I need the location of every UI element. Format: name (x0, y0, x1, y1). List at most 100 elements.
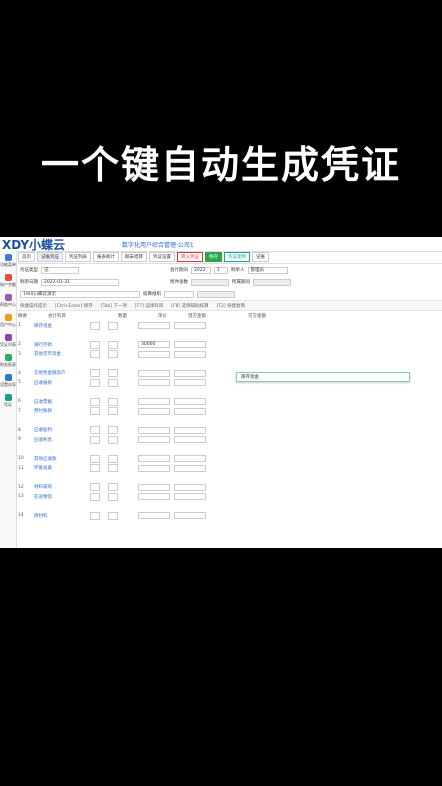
table-row[interactable]: 6 应收票据 (18, 397, 442, 407)
row-action-icon[interactable] (108, 435, 118, 444)
row-debit-input[interactable] (138, 426, 170, 434)
row-subject[interactable]: 其他货币资金 (34, 351, 90, 357)
month-select[interactable]: 1 (214, 266, 228, 274)
row-subject[interactable]: 其他应收款 (34, 456, 90, 462)
org-sub-select[interactable] (164, 290, 194, 298)
row-qty[interactable] (90, 454, 100, 463)
sidebar-item-6[interactable]: 设置向导 (0, 371, 16, 391)
row-debit-input[interactable] (138, 512, 170, 520)
toolbar-button-2[interactable]: 凭证列表 (65, 252, 91, 262)
year-select[interactable]: 2022 (191, 266, 211, 274)
row-subject[interactable]: 应收股利 (34, 427, 90, 433)
org-select[interactable]: 19(01)蝶云演示 (20, 290, 140, 298)
table-row[interactable]: 14 原材料 (18, 511, 442, 521)
toolbar-button-5[interactable]: 凭证设置 (149, 252, 175, 262)
table-row[interactable]: 13 在途物资 (18, 492, 442, 502)
row-subject[interactable]: 材料采购 (34, 484, 90, 490)
row-credit-input[interactable] (174, 512, 206, 520)
row-action-icon[interactable] (108, 483, 118, 492)
row-credit-input[interactable] (174, 369, 206, 377)
row-credit-input[interactable] (174, 398, 206, 406)
row-subject[interactable]: 交易性金融资产 (34, 370, 90, 376)
table-row[interactable]: 2 银行存款 30000 (18, 340, 442, 350)
date-input[interactable]: 2022-01-31 (41, 278, 119, 286)
toolbar-button-6[interactable]: 转入凭证 (177, 252, 203, 262)
row-debit-input[interactable] (138, 455, 170, 463)
toolbar-button-7[interactable]: 保存 (205, 252, 222, 262)
row-qty[interactable] (90, 407, 100, 416)
company-name[interactable]: 数字化用户综合管理·公司1 (122, 240, 194, 249)
row-action-icon[interactable] (108, 454, 118, 463)
row-qty[interactable] (90, 483, 100, 492)
row-subject[interactable]: 预付账款 (34, 408, 90, 414)
attach-input[interactable] (191, 278, 229, 286)
toolbar-button-8[interactable]: 凭证复制 (224, 252, 250, 262)
toolbar-button-9[interactable]: 记账 (252, 252, 269, 262)
toolbar-button-4[interactable]: 期末结转 (121, 252, 147, 262)
toolbar-button-3[interactable]: 报表统计 (93, 252, 119, 262)
row-action-icon[interactable] (108, 492, 118, 501)
row-qty[interactable] (90, 511, 100, 520)
table-row[interactable]: 8 应收股利 (18, 426, 442, 436)
row-qty[interactable] (90, 492, 100, 501)
row-debit-input[interactable] (138, 483, 170, 491)
org-extra-input[interactable] (197, 290, 235, 298)
row-credit-input[interactable] (174, 493, 206, 501)
row-subject[interactable]: 应收利息 (34, 437, 90, 443)
row-qty[interactable] (90, 464, 100, 473)
row-qty[interactable] (90, 397, 100, 406)
row-action-icon[interactable] (108, 407, 118, 416)
row-debit-input[interactable] (138, 493, 170, 501)
sidebar-item-7[interactable]: 凭证 (0, 391, 16, 411)
row-qty[interactable] (90, 435, 100, 444)
table-row[interactable]: 12 材料采购 (18, 483, 442, 493)
row-debit-input[interactable]: 30000 (138, 341, 170, 349)
row-credit-input[interactable] (174, 341, 206, 349)
row-credit-input[interactable] (174, 436, 206, 444)
row-action-icon[interactable] (108, 426, 118, 435)
sidebar-item-0[interactable]: 功能菜单 (0, 251, 16, 271)
row-action-icon[interactable] (108, 340, 118, 349)
row-qty[interactable] (90, 426, 100, 435)
row-action-icon[interactable] (108, 321, 118, 330)
row-debit-input[interactable] (138, 464, 170, 472)
row-action-icon[interactable] (108, 511, 118, 520)
row-qty[interactable] (90, 321, 100, 330)
row-qty[interactable] (90, 369, 100, 378)
row-credit-input[interactable] (174, 455, 206, 463)
row-credit-input[interactable] (174, 322, 206, 330)
voucher-type-select[interactable]: 记 (41, 266, 79, 274)
row-debit-input[interactable] (138, 436, 170, 444)
period-input[interactable] (253, 278, 291, 286)
row-action-icon[interactable] (108, 378, 118, 387)
row-debit-input[interactable] (138, 398, 170, 406)
row-debit-input[interactable] (138, 379, 170, 387)
table-row[interactable]: 3 其他货币资金 (18, 350, 442, 360)
table-row[interactable]: 10 其他应收款 (18, 454, 442, 464)
row-credit-input[interactable] (174, 483, 206, 491)
row-debit-input[interactable] (138, 369, 170, 377)
table-row[interactable]: 7 预付账款 (18, 407, 442, 417)
toolbar-button-1[interactable]: 记账凭证 (37, 252, 63, 262)
row-credit-input[interactable] (174, 407, 206, 415)
row-debit-input[interactable] (138, 350, 170, 358)
row-subject[interactable]: 原材料 (34, 513, 90, 519)
row-subject[interactable]: 应收账款 (34, 380, 90, 386)
sidebar-item-2[interactable]: 帮助中心 (0, 291, 16, 311)
row-qty[interactable] (90, 340, 100, 349)
row-credit-input[interactable] (174, 426, 206, 434)
maker-select[interactable]: 管理员 (247, 266, 288, 274)
sidebar-item-1[interactable]: 账户余额 (0, 271, 16, 291)
table-row[interactable]: 11 坏账准备 (18, 464, 442, 474)
row-subject[interactable]: 应收票据 (34, 399, 90, 405)
row-subject[interactable]: 在途物资 (34, 494, 90, 500)
row-action-icon[interactable] (108, 369, 118, 378)
row-debit-input[interactable] (138, 322, 170, 330)
row-subject[interactable]: 银行存款 (34, 342, 90, 348)
row-qty[interactable] (90, 350, 100, 359)
sidebar-item-3[interactable]: 用户中心 (0, 311, 16, 331)
table-row[interactable]: 1 库存现金 (18, 321, 442, 331)
row-qty[interactable] (90, 378, 100, 387)
subject-dropdown[interactable]: 库存现金 (236, 372, 410, 382)
sidebar-item-5[interactable]: 财务报表 (0, 351, 16, 371)
